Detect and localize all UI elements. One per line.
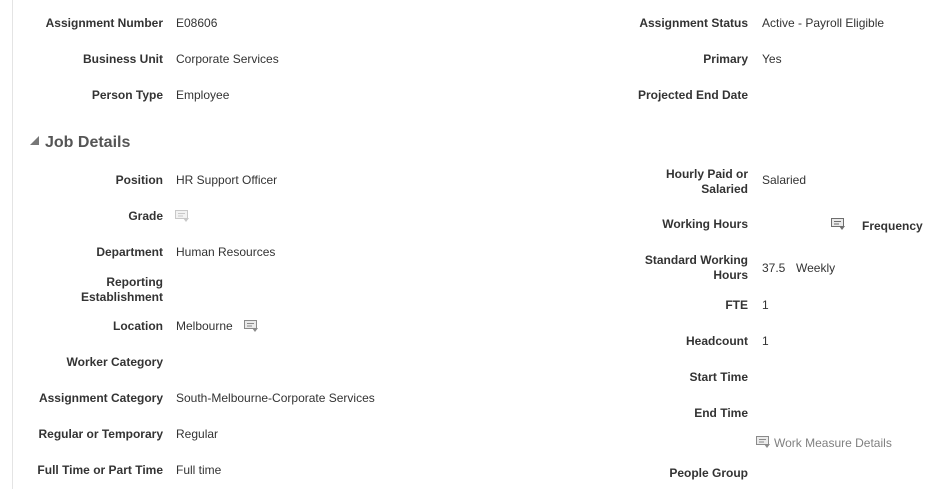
assignment-category-label: Assignment Category bbox=[38, 391, 163, 405]
business-unit-value: Corporate Services bbox=[176, 52, 279, 66]
position-value: HR Support Officer bbox=[176, 173, 278, 187]
assignment-status-label: Assignment Status bbox=[639, 16, 748, 30]
headcount-label: Headcount bbox=[685, 334, 748, 348]
assignment-status-value: Active - Payroll Eligible bbox=[762, 16, 885, 30]
grade-label: Grade bbox=[128, 209, 163, 223]
reporting-establishment-label-line1: Reporting bbox=[106, 275, 163, 289]
hourly-paid-value: Salaried bbox=[762, 173, 807, 187]
worker-category-label: Worker Category bbox=[66, 355, 163, 369]
location-label: Location bbox=[113, 319, 163, 333]
primary-value: Yes bbox=[762, 52, 782, 66]
full-part-time-value: Full time bbox=[176, 463, 222, 477]
job-details-section-toggle[interactable]: Job Details bbox=[30, 133, 130, 153]
assignment-number-label: Assignment Number bbox=[45, 16, 163, 30]
reporting-establishment-label-line2: Establishment bbox=[80, 290, 163, 304]
department-label: Department bbox=[96, 245, 163, 259]
collapse-triangle-icon bbox=[30, 136, 39, 145]
end-time-label: End Time bbox=[694, 406, 748, 420]
standard-working-hours-frequency: Weekly bbox=[796, 261, 836, 275]
fte-value: 1 bbox=[762, 298, 769, 312]
full-part-time-label: Full Time or Part Time bbox=[37, 463, 163, 477]
left-border bbox=[12, 0, 13, 489]
location-value: Melbourne bbox=[176, 319, 233, 333]
location-details-icon[interactable] bbox=[244, 320, 259, 333]
work-measure-details-link[interactable]: Work Measure Details bbox=[756, 436, 892, 451]
headcount-value: 1 bbox=[762, 334, 769, 348]
frequency-label: Frequency bbox=[862, 219, 923, 233]
projected-end-date-label: Projected End Date bbox=[637, 88, 748, 102]
person-type-value: Employee bbox=[176, 88, 230, 102]
department-value: Human Resources bbox=[176, 245, 276, 259]
position-label: Position bbox=[115, 173, 163, 187]
hourly-paid-label-line1: Hourly Paid or bbox=[665, 167, 748, 181]
reporting-establishment-label: Reporting Establishment bbox=[81, 275, 163, 305]
business-unit-label: Business Unit bbox=[82, 52, 163, 66]
assignment-number-value: E08606 bbox=[176, 16, 218, 30]
work-measure-details-text: Work Measure Details bbox=[774, 436, 892, 450]
standard-working-hours-label-line2: Hours bbox=[713, 268, 748, 282]
job-details-title: Job Details bbox=[45, 134, 131, 151]
work-measure-details-icon bbox=[756, 436, 771, 449]
regular-temporary-value: Regular bbox=[176, 427, 219, 441]
working-hours-label: Working Hours bbox=[662, 217, 748, 231]
details-icon[interactable] bbox=[175, 210, 190, 223]
people-group-label: People Group bbox=[669, 466, 748, 480]
primary-label: Primary bbox=[703, 52, 748, 66]
working-hours-details-icon[interactable] bbox=[831, 218, 846, 231]
assignment-category-value: South-Melbourne-Corporate Services bbox=[176, 391, 375, 405]
fte-label: FTE bbox=[725, 298, 748, 312]
regular-temporary-label: Regular or Temporary bbox=[38, 427, 163, 441]
standard-working-hours-label: Standard Working Hours bbox=[645, 253, 748, 283]
start-time-label: Start Time bbox=[689, 370, 748, 384]
person-type-label: Person Type bbox=[91, 88, 163, 102]
hourly-paid-label: Hourly Paid or Salaried bbox=[666, 167, 748, 197]
standard-working-hours-label-line1: Standard Working bbox=[644, 253, 748, 267]
hourly-paid-label-line2: Salaried bbox=[701, 182, 748, 196]
standard-working-hours-value: 37.5 bbox=[762, 261, 786, 275]
